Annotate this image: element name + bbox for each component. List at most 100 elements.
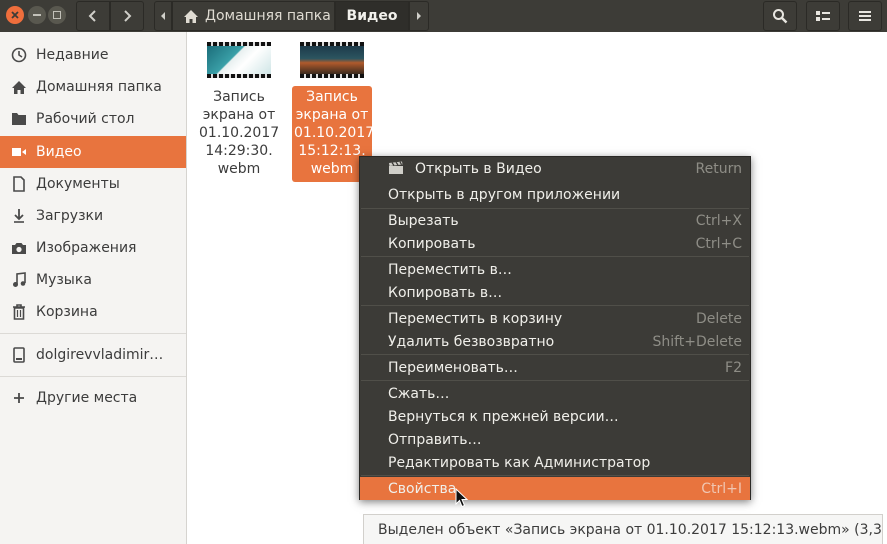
breadcrumb-scroll-right[interactable] (409, 1, 429, 31)
sidebar-item-recent[interactable]: Недавние (0, 39, 186, 71)
context-menu: Открыть в Видео Return Открыть в другом … (359, 156, 751, 500)
plus-icon (10, 389, 28, 407)
menu-rename[interactable]: Переименовать… F2 (360, 356, 750, 379)
menu-item-label: Удалить безвозвратно (388, 333, 555, 350)
menu-edit-as-admin[interactable]: Редактировать как Администратор (360, 451, 750, 474)
menu-item-label: Вернуться к прежней версии… (388, 408, 619, 425)
forward-button[interactable] (110, 1, 144, 31)
sidebar-item-label: Видео (36, 144, 82, 160)
sidebar: Недавние Домашняя папка Рабочий стол Вид… (0, 32, 187, 544)
chevron-right-icon (124, 10, 132, 22)
breadcrumb-home-label: Домашняя папка (205, 8, 331, 24)
video-thumbnail (300, 42, 364, 78)
menu-item-shortcut: Delete (696, 310, 742, 327)
search-icon (773, 9, 788, 24)
menu-item-shortcut: Ctrl+I (701, 480, 742, 497)
menu-send[interactable]: Отправить… (360, 428, 750, 451)
menu-separator (361, 305, 749, 306)
menu-copy-to[interactable]: Копировать в… (360, 281, 750, 304)
document-icon (10, 175, 28, 193)
sidebar-item-music[interactable]: Музыка (0, 264, 186, 296)
menu-open-other-app[interactable]: Открыть в другом приложении (360, 183, 750, 206)
menu-item-label: Свойства (388, 480, 457, 497)
menu-item-shortcut: Shift+Delete (652, 333, 742, 350)
breadcrumb-current[interactable]: Видео (335, 1, 409, 31)
video-icon (10, 143, 28, 161)
file-item[interactable]: Запись экрана от 01.10.2017 14:29:30. we… (199, 42, 279, 178)
menu-properties[interactable]: Свойства Ctrl+I (360, 477, 750, 500)
menu-item-shortcut: Ctrl+X (695, 212, 742, 229)
menu-item-label: Отправить… (388, 431, 482, 448)
close-window-button[interactable] (6, 6, 24, 24)
search-button[interactable] (763, 1, 797, 31)
menu-cut[interactable]: Вырезать Ctrl+X (360, 209, 750, 232)
breadcrumb-home[interactable]: Домашняя папка (172, 1, 335, 31)
minimize-window-button[interactable] (28, 6, 46, 24)
file-name: Запись экрана от 01.10.2017 14:29:30. we… (199, 89, 280, 177)
menu-item-label: Сжать… (388, 385, 450, 402)
sidebar-item-documents[interactable]: Документы (0, 168, 186, 200)
menu-compress[interactable]: Сжать… (360, 382, 750, 405)
menu-separator (361, 256, 749, 257)
sidebar-item-video[interactable]: Видео (0, 136, 186, 168)
breadcrumb-scroll-left[interactable] (154, 1, 172, 31)
menu-move-to-trash[interactable]: Переместить в корзину Delete (360, 307, 750, 330)
home-icon (10, 78, 28, 96)
menu-item-label: Вырезать (388, 212, 459, 229)
menu-item-label: Копировать (388, 235, 476, 252)
triangle-left-icon (161, 12, 165, 20)
sidebar-item-device[interactable]: dolgirevvladimir… (0, 339, 186, 371)
sidebar-item-home[interactable]: Домашняя папка (0, 71, 186, 103)
mouse-cursor-icon (455, 488, 469, 508)
music-icon (10, 271, 28, 289)
status-text: Выделен объект «Запись экрана от 01.10.2… (378, 521, 887, 538)
download-icon (10, 207, 28, 225)
sidebar-item-label: Другие места (36, 390, 138, 406)
camera-icon (10, 239, 28, 257)
menu-copy[interactable]: Копировать Ctrl+C (360, 232, 750, 255)
list-view-icon (816, 11, 830, 21)
sidebar-item-label: dolgirevvladimir… (36, 347, 164, 363)
sidebar-item-label: Музыка (36, 272, 92, 288)
triangle-right-icon (417, 12, 421, 20)
sidebar-item-label: Недавние (36, 47, 109, 63)
chevron-left-icon (88, 10, 96, 22)
menu-separator (361, 380, 749, 381)
menu-item-label: Открыть в Видео (415, 160, 542, 177)
clapperboard-icon (389, 161, 403, 174)
hamburger-menu-button[interactable] (848, 1, 882, 31)
clock-icon (10, 46, 28, 64)
menu-item-label: Переименовать… (388, 359, 518, 376)
menu-item-label: Копировать в… (388, 284, 503, 301)
menu-move-to[interactable]: Переместить в… (360, 258, 750, 281)
sidebar-item-label: Загрузки (36, 208, 104, 224)
sidebar-item-label: Документы (36, 176, 120, 192)
sidebar-item-pictures[interactable]: Изображения (0, 232, 186, 264)
menu-item-shortcut: Return (695, 160, 742, 177)
menu-open-in-video[interactable]: Открыть в Видео Return (360, 157, 750, 180)
folder-icon (10, 110, 28, 128)
menu-item-label: Переместить в… (388, 261, 512, 278)
sidebar-item-label: Изображения (36, 240, 137, 256)
sidebar-item-label: Корзина (36, 304, 98, 320)
close-icon (11, 11, 19, 19)
sidebar-item-other-locations[interactable]: Другие места (0, 382, 186, 414)
sidebar-item-downloads[interactable]: Загрузки (0, 200, 186, 232)
menu-item-shortcut: Ctrl+C (695, 235, 742, 252)
menu-separator (361, 475, 749, 476)
maximize-window-button[interactable] (48, 6, 66, 24)
home-icon (184, 9, 198, 23)
view-toggle-button[interactable] (806, 1, 840, 31)
menu-revert-version[interactable]: Вернуться к прежней версии… (360, 405, 750, 428)
drive-icon (10, 346, 28, 364)
menu-delete-permanently[interactable]: Удалить безвозвратно Shift+Delete (360, 330, 750, 353)
sidebar-divider (0, 376, 186, 377)
back-button[interactable] (76, 1, 110, 31)
sidebar-divider (0, 333, 186, 334)
sidebar-item-desktop[interactable]: Рабочий стол (0, 103, 186, 135)
sidebar-item-trash[interactable]: Корзина (0, 296, 186, 328)
header-bar: Домашняя папка Видео (0, 0, 887, 32)
breadcrumb-current-label: Видео (346, 8, 398, 24)
menu-item-label: Редактировать как Администратор (388, 454, 651, 471)
video-thumbnail (207, 42, 271, 78)
